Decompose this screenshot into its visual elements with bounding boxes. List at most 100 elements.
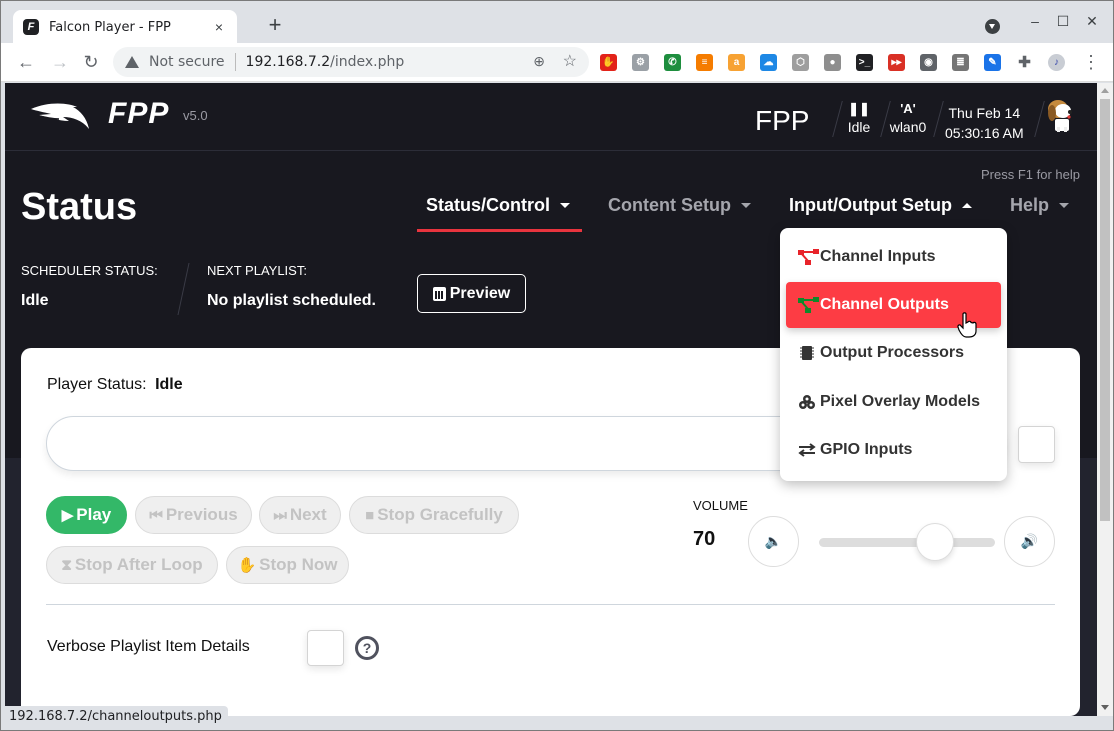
- extension-terminal-icon[interactable]: >_: [856, 54, 873, 71]
- menu-item-gpio-inputs[interactable]: GPIO Inputs: [786, 427, 1001, 473]
- cubes-icon: [798, 394, 820, 410]
- header-divider: [1034, 101, 1045, 137]
- nav-content-setup[interactable]: Content Setup: [608, 195, 751, 216]
- menu-item-label: Channel Inputs: [820, 248, 936, 266]
- extension-sun-badge-icon[interactable]: ≡: [696, 54, 713, 71]
- hand-cursor-icon: [957, 312, 979, 338]
- volume-down-button[interactable]: 🔈: [748, 516, 799, 567]
- player-status-value: Idle: [155, 376, 183, 393]
- chip-icon: [798, 345, 820, 361]
- extension-puzzle-icon[interactable]: ✚: [1016, 54, 1033, 71]
- page-scrollbar[interactable]: [1097, 83, 1113, 716]
- browser-menu-icon[interactable]: ⋮: [1080, 51, 1102, 73]
- network-iface-text: wlan0: [888, 119, 928, 135]
- beagle-avatar-icon[interactable]: [1045, 99, 1075, 133]
- close-window-button[interactable]: ✕: [1082, 13, 1102, 33]
- tab-close-icon[interactable]: ×: [211, 19, 227, 35]
- caret-down-icon: [560, 203, 570, 208]
- address-bar[interactable]: Not secure 192.168.7.2 /index.php ⊕ ☆: [113, 47, 589, 77]
- extension-phone-icon[interactable]: ✆: [664, 54, 681, 71]
- card-divider: [46, 604, 1055, 605]
- play-button[interactable]: ▶Play: [46, 496, 127, 534]
- tab-search-icon[interactable]: [985, 19, 1000, 34]
- extension-feather-icon[interactable]: ✎: [984, 54, 1001, 71]
- player-status-label: Player Status:: [47, 376, 147, 393]
- scroll-down-arrow-icon[interactable]: [1101, 705, 1109, 710]
- link-status-bar: 192.168.7.2/channeloutputs.php: [3, 706, 228, 728]
- extension-profile-music-icon[interactable]: ♪: [1048, 54, 1065, 71]
- extension-balloon-icon[interactable]: ●: [824, 54, 841, 71]
- pause-icon: ❚❚: [847, 101, 871, 119]
- new-tab-button[interactable]: +: [263, 13, 287, 37]
- network-green-icon: [798, 297, 820, 313]
- button-label: Stop After Loop: [75, 555, 203, 575]
- menu-item-pixel-overlay-models[interactable]: Pixel Overlay Models: [786, 379, 1001, 425]
- zoom-icon[interactable]: ⊕: [533, 53, 545, 70]
- logo-text: FPP: [108, 97, 169, 131]
- menu-item-label: Channel Outputs: [820, 296, 949, 314]
- browser-toolbar: ← → ↻ Not secure 192.168.7.2 /index.php …: [1, 43, 1113, 82]
- scroll-up-arrow-icon[interactable]: [1101, 88, 1109, 93]
- network-red-icon: [798, 249, 820, 265]
- minimize-button[interactable]: –: [1025, 13, 1045, 33]
- extension-cloud-icon[interactable]: ☁: [760, 54, 777, 71]
- site-header: FPP v5.0 FPP ❚❚ Idle 'A' wlan0 Thu Feb 1…: [5, 83, 1097, 151]
- wifi-antenna-icon: 'A': [888, 101, 928, 119]
- scheduler-status-value: Idle: [21, 292, 49, 310]
- player-state-text: Idle: [847, 119, 871, 135]
- volume-down-icon: 🔈: [765, 533, 782, 550]
- extension-bulb-icon[interactable]: ◉: [920, 54, 937, 71]
- extension-hexagon-icon[interactable]: ⬡: [792, 54, 809, 71]
- bookmark-star-icon[interactable]: ☆: [563, 51, 577, 71]
- back-button[interactable]: ←: [15, 51, 37, 73]
- volume-slider-thumb[interactable]: [916, 523, 954, 561]
- next-button[interactable]: ⏭Next: [259, 496, 341, 534]
- help-circle-icon[interactable]: ?: [355, 636, 379, 660]
- side-toggle-box[interactable]: [1018, 426, 1055, 463]
- volume-slider-track[interactable]: [819, 538, 995, 547]
- security-label[interactable]: Not secure: [149, 54, 225, 70]
- caret-down-icon: [741, 203, 751, 208]
- maximize-button[interactable]: ☐: [1053, 13, 1073, 33]
- stop-gracefully-button[interactable]: ■Stop Gracefully: [349, 496, 519, 534]
- verbose-details-label: Verbose Playlist Item Details: [47, 638, 250, 656]
- reload-button[interactable]: ↻: [80, 51, 102, 73]
- player-state-indicator[interactable]: ❚❚ Idle: [847, 101, 871, 135]
- help-hint: Press F1 for help: [981, 167, 1080, 182]
- input-output-dropdown: Channel Inputs Channel Outputs Output Pr…: [780, 228, 1007, 481]
- verbose-details-checkbox[interactable]: [307, 630, 344, 666]
- header-divider: [933, 101, 944, 137]
- nav-label: Content Setup: [608, 195, 731, 216]
- nav-label: Status/Control: [426, 195, 550, 216]
- extension-amazon-icon[interactable]: a: [728, 54, 745, 71]
- date-text: Thu Feb 14: [945, 103, 1024, 123]
- menu-item-channel-inputs[interactable]: Channel Inputs: [786, 234, 1001, 280]
- forward-button[interactable]: →: [49, 51, 71, 73]
- preview-label: Preview: [450, 285, 510, 303]
- url-path: /index.php: [330, 54, 404, 70]
- next-playlist-value: No playlist scheduled.: [207, 292, 376, 310]
- fpp-favicon-icon: F: [23, 19, 39, 35]
- menu-item-label: Output Processors: [820, 344, 964, 362]
- preview-button[interactable]: Preview: [417, 274, 526, 313]
- previous-button[interactable]: ⏮Previous: [135, 496, 252, 534]
- nav-status-control[interactable]: Status/Control: [426, 195, 570, 216]
- extension-video-forward-icon[interactable]: ▸▸: [888, 54, 905, 71]
- header-divider: [832, 101, 843, 137]
- host-name: FPP: [755, 105, 809, 137]
- nav-help[interactable]: Help: [1010, 195, 1069, 216]
- network-indicator[interactable]: 'A' wlan0: [888, 101, 928, 135]
- stop-after-loop-button[interactable]: ⧗Stop After Loop: [46, 546, 218, 584]
- browser-tab[interactable]: F Falcon Player - FPP ×: [13, 10, 237, 44]
- nav-input-output-setup[interactable]: Input/Output Setup: [789, 195, 972, 216]
- extension-settings-gear-icon[interactable]: ⚙: [632, 54, 649, 71]
- tab-strip: F Falcon Player - FPP × + – ☐ ✕: [1, 1, 1113, 43]
- stop-now-button[interactable]: ✋Stop Now: [226, 546, 349, 584]
- extension-stack-icon[interactable]: ≣: [952, 54, 969, 71]
- volume-up-button[interactable]: 🔊: [1004, 516, 1055, 567]
- volume-label: VOLUME: [693, 498, 748, 513]
- scrollbar-thumb[interactable]: [1100, 99, 1110, 521]
- menu-item-label: Pixel Overlay Models: [820, 393, 980, 411]
- button-label: Next: [290, 505, 327, 525]
- extension-adblock-icon[interactable]: ✋: [600, 54, 617, 71]
